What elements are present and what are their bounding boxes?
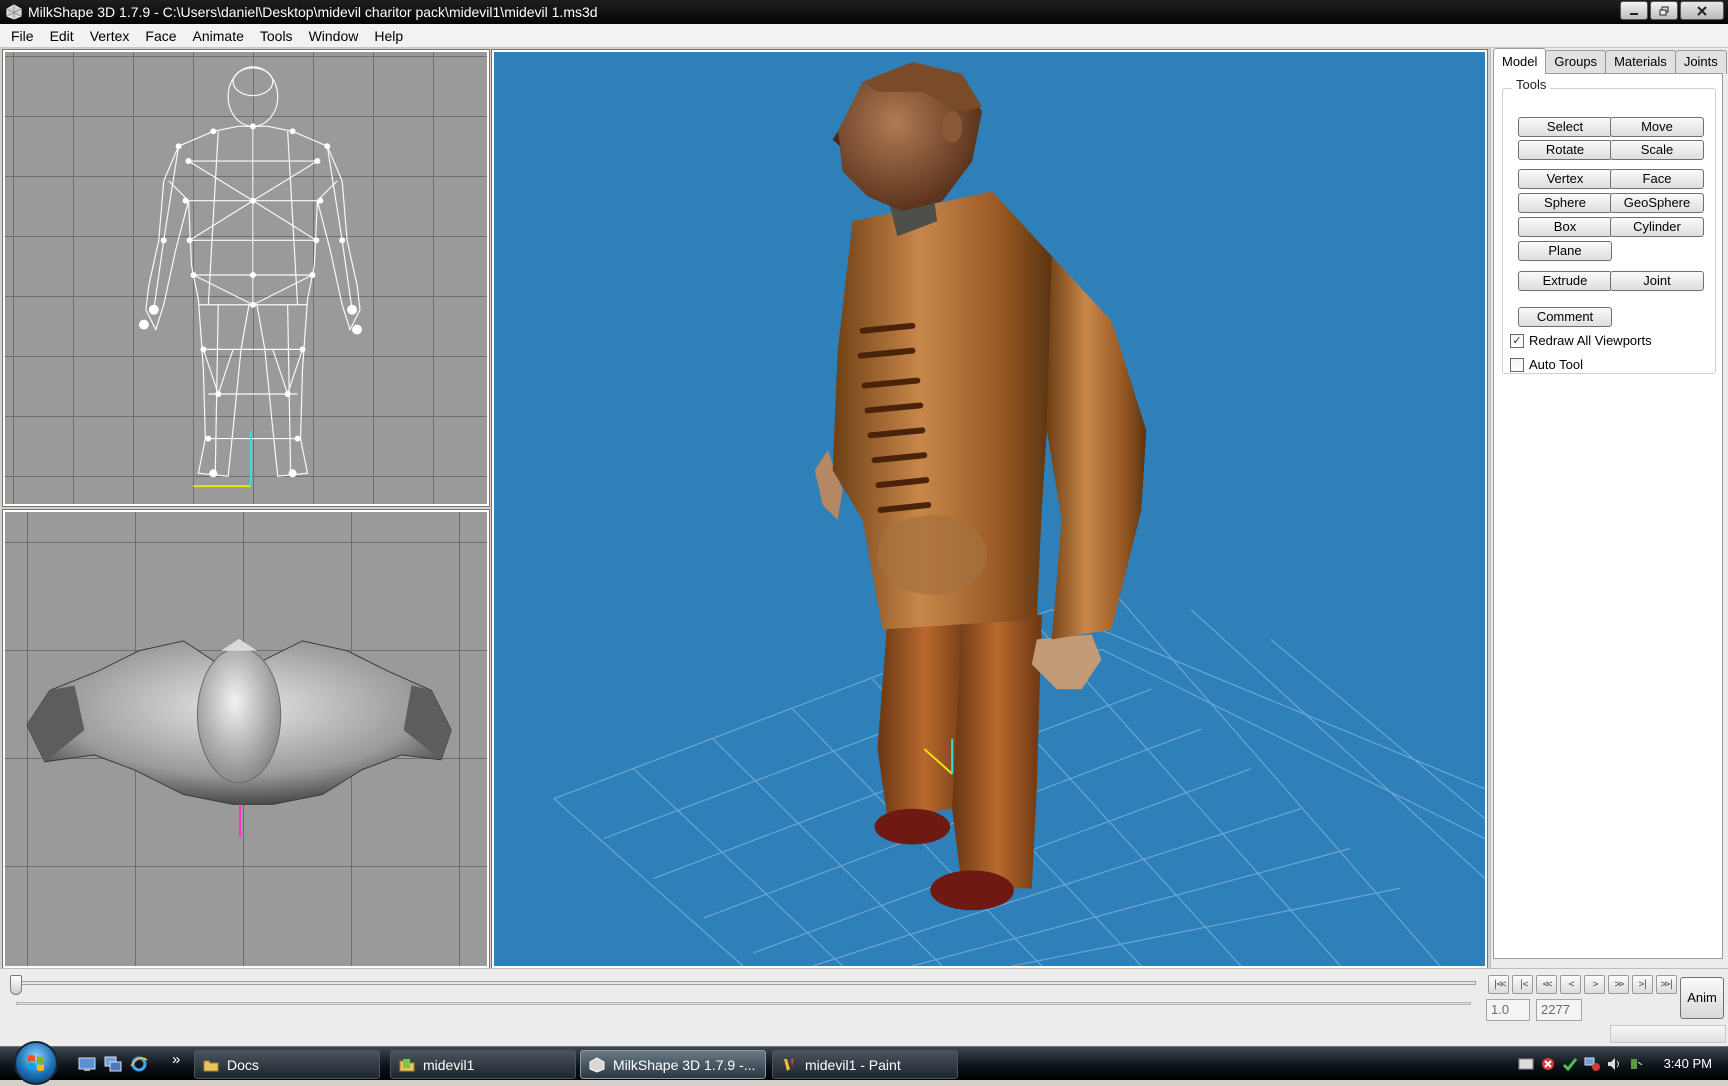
show-desktop-icon[interactable] <box>78 1056 96 1072</box>
folder-icon <box>399 1058 415 1071</box>
task-milkshape[interactable]: MilkShape 3D 1.7.9 -... <box>580 1050 766 1079</box>
prev-key-button[interactable]: |< <box>1512 975 1533 994</box>
start-frame-field[interactable]: 1.0 <box>1486 999 1530 1021</box>
scale-button[interactable]: Scale <box>1610 140 1704 160</box>
volume-icon[interactable] <box>1606 1056 1622 1072</box>
task-label: midevil1 - Paint <box>805 1056 901 1073</box>
restore-icon <box>1659 6 1669 15</box>
menu-tools[interactable]: Tools <box>252 25 301 47</box>
redraw-all-viewports-row[interactable]: ✓ Redraw All Viewports <box>1510 333 1652 348</box>
task-docs[interactable]: Docs <box>194 1050 380 1079</box>
textured-3d-model <box>553 61 1485 966</box>
comment-button[interactable]: Comment <box>1518 307 1612 327</box>
task-label: Docs <box>227 1056 259 1073</box>
update-icon[interactable] <box>1562 1056 1578 1072</box>
power-icon[interactable] <box>1628 1056 1644 1072</box>
switch-windows-icon[interactable] <box>104 1056 122 1072</box>
next-key-button[interactable]: >| <box>1632 975 1653 994</box>
anim-button[interactable]: Anim <box>1680 977 1724 1019</box>
window-title: MilkShape 3D 1.7.9 - C:\Users\daniel\Des… <box>28 4 598 20</box>
tool-panel: Model Groups Materials Joints Tools Sele… <box>1490 48 1728 968</box>
menu-face[interactable]: Face <box>137 25 184 47</box>
auto-tool-row[interactable]: Auto Tool <box>1510 357 1583 372</box>
redraw-all-viewports-label: Redraw All Viewports <box>1529 333 1652 348</box>
wireframe-model <box>138 66 362 488</box>
tab-joints[interactable]: Joints <box>1674 50 1727 74</box>
menu-help[interactable]: Help <box>366 25 411 47</box>
folder-icon <box>203 1060 219 1071</box>
minimize-icon <box>1630 12 1638 15</box>
menu-animate[interactable]: Animate <box>185 25 252 47</box>
secondary-slider-track[interactable] <box>16 1002 1471 1005</box>
last-frame-button[interactable]: >>| <box>1656 975 1677 994</box>
menu-window[interactable]: Window <box>301 25 367 47</box>
task-label: midevil1 <box>423 1056 475 1073</box>
close-icon <box>1697 5 1707 16</box>
tab-materials[interactable]: Materials <box>1605 50 1676 74</box>
tools-group-title: Tools <box>1512 77 1551 92</box>
menu-edit[interactable]: Edit <box>42 25 82 47</box>
geosphere-button[interactable]: GeoSphere <box>1610 193 1704 213</box>
redraw-all-viewports-checkbox[interactable]: ✓ <box>1510 333 1524 348</box>
taskbar: » Docs midevil1 MilkShape 3D 1.7.9 -... … <box>0 1041 1728 1085</box>
status-strip <box>1610 1025 1726 1043</box>
vertex-button[interactable]: Vertex <box>1518 169 1612 189</box>
plane-button[interactable]: Plane <box>1518 241 1612 261</box>
box-button[interactable]: Box <box>1518 217 1612 237</box>
milkshape-app-icon <box>589 1056 605 1073</box>
tab-model[interactable]: Model <box>1493 48 1547 74</box>
milkshape-app-icon <box>6 4 22 20</box>
clock[interactable]: 3:40 PM <box>1664 1056 1712 1071</box>
move-button[interactable]: Move <box>1610 117 1704 137</box>
frame-slider-track[interactable] <box>16 981 1476 985</box>
windows-logo-icon <box>28 1055 44 1071</box>
next-frame-button[interactable]: > <box>1584 975 1605 994</box>
rotate-button[interactable]: Rotate <box>1518 140 1612 160</box>
select-button[interactable]: Select <box>1518 117 1612 137</box>
menu-vertex[interactable]: Vertex <box>82 25 138 47</box>
quicklaunch-more-icon[interactable]: » <box>172 1051 180 1068</box>
task-midevil1-folder[interactable]: midevil1 <box>390 1050 576 1079</box>
tab-groups[interactable]: Groups <box>1545 50 1607 74</box>
front-viewport[interactable] <box>2 49 490 507</box>
joint-button[interactable]: Joint <box>1610 271 1704 291</box>
title-bar[interactable]: MilkShape 3D 1.7.9 - C:\Users\daniel\Des… <box>0 0 1728 24</box>
playback-controls: |<< |< << < > >> >| >>| <box>1488 975 1677 994</box>
panel-tabs: Model Groups Materials Joints <box>1493 48 1727 74</box>
shaded-top-model <box>26 638 452 838</box>
milkshape-window: MilkShape 3D 1.7.9 - C:\Users\daniel\Des… <box>0 0 1728 1085</box>
menu-file[interactable]: File <box>3 25 42 47</box>
task-label: MilkShape 3D 1.7.9 -... <box>613 1056 756 1073</box>
animation-bar: |<< |< << < > >> >| >>| 1.0 2277 Anim <box>0 968 1728 1046</box>
cylinder-button[interactable]: Cylinder <box>1610 217 1704 237</box>
end-frame-field[interactable]: 2277 <box>1536 999 1582 1021</box>
message-icon[interactable] <box>1518 1056 1534 1072</box>
frame-slider-thumb[interactable] <box>10 975 22 995</box>
extrude-button[interactable]: Extrude <box>1518 271 1612 291</box>
close-button[interactable] <box>1680 1 1724 20</box>
menu-bar: File Edit Vertex Face Animate Tools Wind… <box>0 24 1728 48</box>
auto-tool-checkbox[interactable] <box>1510 357 1524 372</box>
internet-explorer-icon[interactable] <box>130 1056 148 1072</box>
minimize-button[interactable] <box>1620 1 1648 20</box>
network-icon[interactable] <box>1584 1056 1600 1072</box>
rewind-button[interactable]: << <box>1536 975 1557 994</box>
model-tab-body: Tools Select Move Rotate Scale Vertex Fa… <box>1493 73 1723 959</box>
prev-frame-button[interactable]: < <box>1560 975 1581 994</box>
top-viewport[interactable] <box>2 509 490 969</box>
auto-tool-label: Auto Tool <box>1529 357 1583 372</box>
security-alert-icon[interactable] <box>1540 1056 1556 1072</box>
start-button[interactable] <box>14 1041 58 1085</box>
first-frame-button[interactable]: |<< <box>1488 975 1509 994</box>
task-paint[interactable]: midevil1 - Paint <box>772 1050 958 1079</box>
forward-button[interactable]: >> <box>1608 975 1629 994</box>
sphere-button[interactable]: Sphere <box>1518 193 1612 213</box>
paint-icon <box>784 1058 794 1071</box>
perspective-viewport[interactable] <box>491 49 1488 969</box>
restore-button[interactable] <box>1650 1 1678 20</box>
face-button[interactable]: Face <box>1610 169 1704 189</box>
